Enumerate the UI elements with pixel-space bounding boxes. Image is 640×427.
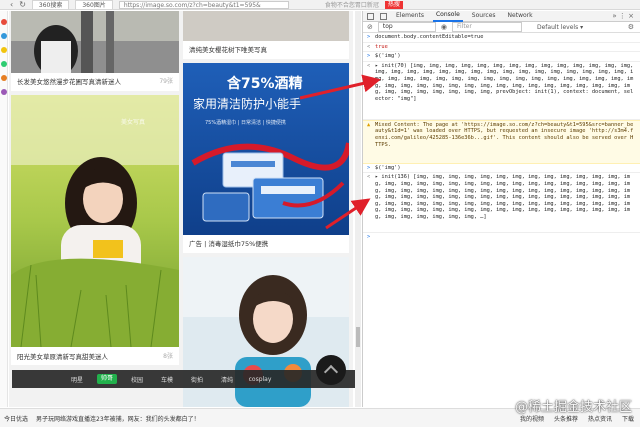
image-card[interactable]: 清纯美女樱花树下唯美写真 xyxy=(183,11,349,59)
hot-search-badge[interactable]: 热搜 xyxy=(384,0,403,9)
browser-side-strip xyxy=(0,11,8,407)
devtools-panel: Elements Console Sources Network » ⋮ × ⊘… xyxy=(362,11,640,407)
side-dot-icon[interactable] xyxy=(1,47,7,53)
image-card[interactable]: 美女写真 阳光美女草原清新写真甜美迷人 8张 xyxy=(11,95,179,365)
image-count: 8张 xyxy=(163,353,173,360)
image-count: 79张 xyxy=(159,78,173,85)
browser-toolbar: ‹ ↻ 360搜索 360图片 https://image.so.com/z?c… xyxy=(0,0,640,10)
category-campus[interactable]: 校园 xyxy=(122,375,152,384)
device-toggle-icon[interactable] xyxy=(380,12,387,20)
category-star[interactable]: 明星 xyxy=(62,375,92,384)
side-dot-icon[interactable] xyxy=(1,75,7,81)
gallery-photo[interactable]: 美女写真 xyxy=(11,95,179,347)
ad-card[interactable]: 含75%酒精 家用清洁防护小能手 75%酒精湿巾 | 日常清洁 | 快捷便携 广… xyxy=(183,63,349,253)
console-result-line[interactable]: < ▸ init(136) [img, img, img, img, img, i… xyxy=(363,173,640,234)
side-dot-icon[interactable] xyxy=(1,61,7,67)
photo-watermark: 美女写真 xyxy=(121,119,146,126)
image-caption[interactable]: 长发美女悠然漫步花圃写真清新迷人 xyxy=(17,76,121,86)
settings-gear-icon[interactable]: ⚙ xyxy=(628,23,634,31)
side-dot-icon[interactable] xyxy=(1,33,7,39)
ad-headline-2: 家用清洁防护小能手 xyxy=(193,97,302,111)
inspect-icon[interactable] xyxy=(367,12,374,20)
log-levels-select[interactable]: Default levels ▾ xyxy=(537,24,583,31)
side-dot-icon[interactable] xyxy=(1,89,7,95)
category-pure[interactable]: 清纯 xyxy=(212,375,242,384)
image-caption[interactable]: 阳光美女草原清新写真甜美迷人 xyxy=(17,351,108,361)
category-cosplay[interactable]: cosplay xyxy=(242,376,278,383)
tab-sources[interactable]: Sources xyxy=(469,11,499,21)
console-result-line[interactable]: < ▸ init(70) [img, img, img, img, img, im… xyxy=(363,62,640,120)
eye-icon[interactable]: ◉ xyxy=(441,23,447,31)
console-toolbar: ⊘ top ◉ Filter Default levels ▾ ⚙ xyxy=(363,22,640,33)
browser-tab-1[interactable]: 360搜索 xyxy=(31,0,70,9)
image-gallery-page: 长发美女悠然漫步花圃写真清新迷人 79张 美女写真 阳光美女草原清新写真甜美迷人… xyxy=(9,11,353,407)
gallery-photo[interactable] xyxy=(11,11,179,73)
image-caption[interactable]: 清纯美女樱花树下唯美写真 xyxy=(189,44,267,54)
ad-banner[interactable]: 含75%酒精 家用清洁防护小能手 75%酒精湿巾 | 日常清洁 | 快捷便携 xyxy=(183,63,349,235)
console-input-line: > $('img') xyxy=(363,164,640,174)
ad-subline: 75%酒精湿巾 | 日常清洁 | 快捷便携 xyxy=(205,120,286,126)
clear-console-icon[interactable]: ⊘ xyxy=(367,23,373,31)
category-street[interactable]: 街拍 xyxy=(182,375,212,384)
tab-elements[interactable]: Elements xyxy=(393,11,427,21)
tab-network[interactable]: Network xyxy=(505,11,536,21)
status-news[interactable]: 男子玩网络游戏直播连23年被捕，网友：我们的头发都白了！ xyxy=(36,414,200,423)
console-input-line: > $('img') xyxy=(363,52,640,62)
console-prompt[interactable]: > xyxy=(363,233,640,240)
devtools-tabbar: Elements Console Sources Network » ⋮ × xyxy=(363,11,640,22)
site-watermark: @稀土掘金技术社区 xyxy=(514,400,632,415)
side-dot-icon[interactable] xyxy=(1,19,7,25)
back-to-top-button[interactable] xyxy=(316,355,346,385)
search-hint[interactable]: 食物不合您胃口新冠 xyxy=(325,0,379,9)
more-tabs-icon[interactable]: » ⋮ × xyxy=(612,12,634,20)
console-input-line: > document.body.contentEditable=true xyxy=(363,33,640,43)
ad-caption[interactable]: 广告 | 消毒湿纸巾75%便携 xyxy=(189,238,268,248)
context-select[interactable]: top xyxy=(377,22,436,32)
gallery-photo[interactable] xyxy=(183,11,349,41)
page-scrollbar[interactable] xyxy=(355,11,361,407)
category-car-model[interactable]: 车模 xyxy=(152,375,182,384)
console-filter-input[interactable]: Filter xyxy=(451,22,522,32)
tab-console[interactable]: Console xyxy=(432,10,463,22)
back-icon[interactable]: ‹ xyxy=(10,0,13,9)
console-result-line: < true xyxy=(363,43,640,53)
category-bar: 明星 帅哥 校园 车模 街拍 清纯 cosplay xyxy=(12,370,355,388)
scrollbar-thumb[interactable] xyxy=(356,327,360,347)
console-output[interactable]: > document.body.contentEditable=true < tru… xyxy=(363,33,640,240)
console-warning-line: ▲ Mixed Content: The page at 'https://ima… xyxy=(363,119,640,164)
image-card[interactable]: 长发美女悠然漫步花圃写真清新迷人 79张 xyxy=(11,11,179,91)
status-picks[interactable]: 今日优选 xyxy=(4,414,28,423)
ad-headline: 含75%酒精 xyxy=(227,76,303,92)
address-bar[interactable]: https://image.so.com/z?ch=beauty&t1=595& xyxy=(118,0,289,9)
browser-tab-2[interactable]: 360图片 xyxy=(75,0,113,9)
refresh-icon[interactable]: ↻ xyxy=(19,0,26,9)
category-handsome[interactable]: 帅哥 xyxy=(97,374,117,384)
